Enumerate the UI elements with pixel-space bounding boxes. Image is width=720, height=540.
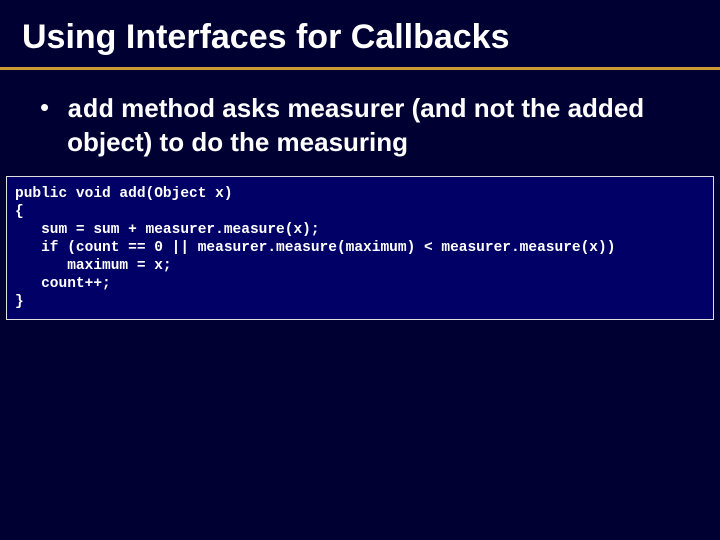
- slide-title: Using Interfaces for Callbacks: [0, 18, 720, 65]
- slide: Using Interfaces for Callbacks • add met…: [0, 0, 720, 540]
- bullet-code-word: add: [67, 95, 114, 125]
- bullet-rest: method asks measurer (and not the added …: [67, 93, 644, 157]
- bullet-dot-icon: •: [40, 92, 49, 122]
- bullet-item: • add method asks measurer (and not the …: [40, 92, 680, 158]
- code-block: public void add(Object x) { sum = sum + …: [6, 176, 714, 320]
- code-content: public void add(Object x) { sum = sum + …: [15, 185, 707, 311]
- title-rule: [0, 67, 720, 70]
- bullet-list: • add method asks measurer (and not the …: [0, 92, 720, 158]
- bullet-text: add method asks measurer (and not the ad…: [67, 92, 680, 158]
